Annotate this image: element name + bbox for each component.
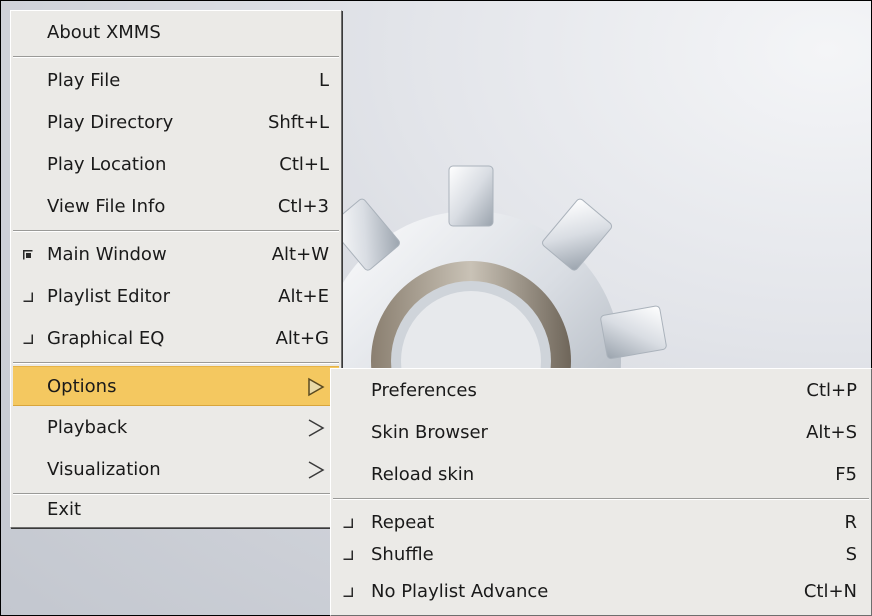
menu-item-play-location[interactable]: Play Location Ctl+L [13,145,339,185]
menu-item-label: Preferences [371,380,477,401]
menu-item-shortcut: Shft+L [267,112,329,133]
menu-item-exit[interactable]: Exit [13,497,339,525]
menu-item-graphical-eq[interactable]: Graphical EQ Alt+G [13,319,339,359]
menu-item-preferences[interactable]: Preferences Ctl+P [333,371,869,411]
submenu-arrow-icon [307,418,325,438]
submenu-arrow-icon [307,460,325,480]
unchecked-checkbox-icon [23,292,33,302]
menu-item-shortcut: Ctl+L [279,154,329,175]
options-submenu: Preferences Ctl+P Skin Browser Alt+S Rel… [330,368,872,616]
unchecked-checkbox-icon [343,518,353,528]
menu-separator [333,498,869,500]
menu-item-playback[interactable]: Playback [13,408,339,448]
menu-item-label: Options [47,376,117,397]
menu-item-skin-browser[interactable]: Skin Browser Alt+S [333,413,869,453]
menu-item-label: No Playlist Advance [371,581,549,602]
menu-item-label: Playback [47,417,128,438]
xmms-main-menu: About XMMS Play File L Play Directory Sh… [10,10,342,528]
unchecked-checkbox-icon [343,587,353,597]
checked-checkbox-icon [23,250,33,260]
submenu-arrow-icon [307,377,325,397]
menu-item-playlist-editor[interactable]: Playlist Editor Alt+E [13,277,339,317]
menu-item-shortcut: S [845,544,857,565]
menu-item-label: About XMMS [47,22,161,43]
menu-item-label: Graphical EQ [47,328,165,349]
menu-item-play-file[interactable]: Play File L [13,61,339,101]
menu-separator [13,362,339,364]
menu-item-label: Play Directory [47,112,174,133]
menu-item-shortcut: Ctl+N [803,581,857,602]
menu-item-shortcut: R [844,512,857,533]
menu-item-label: Skin Browser [371,422,488,443]
menu-item-label: Play File [47,70,121,91]
menu-item-shortcut: Alt+W [271,244,329,265]
menu-item-shuffle[interactable]: Shuffle S [333,535,869,575]
menu-item-label: Main Window [47,244,167,265]
menu-item-visualization[interactable]: Visualization [13,450,339,490]
menu-item-shortcut: F5 [835,464,857,485]
menu-item-shortcut: L [318,70,329,91]
menu-item-about[interactable]: About XMMS [13,13,339,53]
menu-separator [13,493,339,495]
menu-item-no-playlist-advance[interactable]: No Playlist Advance Ctl+N [333,572,869,612]
menu-item-label: View File Info [47,196,166,217]
menu-item-main-window[interactable]: Main Window Alt+W [13,235,339,275]
menu-item-play-directory[interactable]: Play Directory Shft+L [13,103,339,143]
menu-item-label: Playlist Editor [47,286,170,307]
menu-item-options[interactable]: Options [13,366,339,406]
menu-item-label: Shuffle [371,544,434,565]
menu-item-label: Visualization [47,459,161,480]
menu-item-label: Play Location [47,154,167,175]
menu-item-shortcut: Alt+G [275,328,329,349]
unchecked-checkbox-icon [23,334,33,344]
menu-item-label: Repeat [371,512,435,533]
menu-item-label: Exit [47,499,82,520]
menu-separator [13,56,339,58]
menu-item-label: Reload skin [371,464,475,485]
menu-item-shortcut: Ctl+P [806,380,857,401]
menu-item-shortcut: Ctl+3 [277,196,329,217]
menu-item-view-file-info[interactable]: View File Info Ctl+3 [13,187,339,227]
unchecked-checkbox-icon [343,550,353,560]
menu-item-shortcut: Alt+S [806,422,857,443]
menu-separator [13,230,339,232]
menu-item-reload-skin[interactable]: Reload skin F5 [333,455,869,495]
menu-item-shortcut: Alt+E [278,286,329,307]
